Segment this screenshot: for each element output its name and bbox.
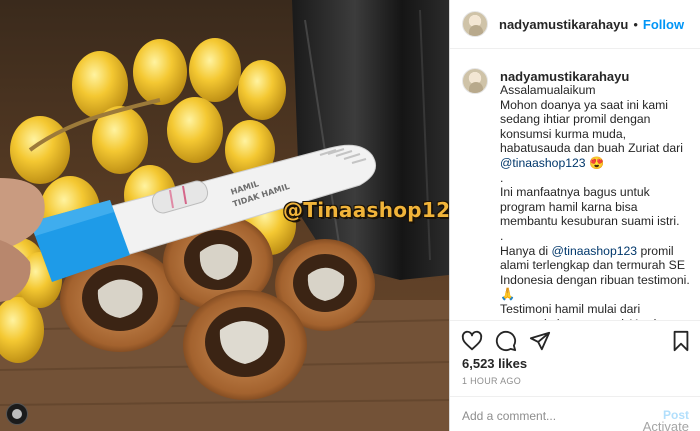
mention-link[interactable]: @tinaashop123 xyxy=(500,156,586,170)
header-username[interactable]: nadyamustikarahayu xyxy=(499,17,628,32)
caption-line: Assalamualaikum xyxy=(500,83,596,97)
header-separator: • xyxy=(633,16,638,32)
caption-username[interactable]: nadyamustikarahayu xyxy=(500,69,629,84)
bookmark-icon[interactable] xyxy=(671,330,691,352)
caption-text-run: Mohon doanya ya saat ini kami sedang iht… xyxy=(500,97,683,156)
caption-avatar[interactable] xyxy=(462,68,488,94)
caption-line: Ini manfaatnya bagus untuk program hamil… xyxy=(500,185,680,229)
photo-watermark: @Tinaashop123 xyxy=(283,198,449,222)
caption-text: Assalamualaikum Mohon doanya ya saat ini… xyxy=(500,83,695,320)
caption-section: nadyamustikarahayu Assalamualaikum Mohon… xyxy=(450,62,700,320)
action-icons xyxy=(461,330,551,352)
caption-line: Testimoni hamil mulai dari pengantin bar… xyxy=(500,301,674,320)
post-header: nadyamustikarahayu • Follow xyxy=(450,0,700,49)
avatar[interactable] xyxy=(462,11,488,37)
likes-count[interactable]: 6,523 likes xyxy=(462,356,527,371)
comment-input[interactable]: Add a comment... xyxy=(462,409,556,423)
activate-windows-watermark: Activate xyxy=(642,419,689,431)
caption-line: . xyxy=(500,170,504,185)
tagged-user-icon[interactable] xyxy=(6,403,28,425)
comment-bar: Add a comment... Post Activate xyxy=(450,396,700,431)
mention-link[interactable]: @tinaashop123 xyxy=(552,244,638,258)
post-actions: 6,523 likes 1 HOUR AGO Add a comment... … xyxy=(450,320,700,431)
follow-button[interactable]: Follow xyxy=(643,17,684,32)
heart-icon[interactable] xyxy=(461,330,483,352)
share-icon[interactable] xyxy=(529,330,551,352)
post-sidebar: nadyamustikarahayu • Follow nadyamustika… xyxy=(449,0,700,431)
caption-text-run: Hanya di xyxy=(500,243,552,258)
post-timestamp[interactable]: 1 HOUR AGO xyxy=(462,376,521,386)
comment-icon[interactable] xyxy=(495,330,517,352)
caption-text-run: 😍 xyxy=(585,155,605,170)
caption-line: Hanya di @tinaashop123 promil alami terl… xyxy=(500,244,695,302)
caption-line: Mohon doanya ya saat ini kami sedang iht… xyxy=(500,98,695,171)
caption-line: . xyxy=(500,228,504,243)
post-photo[interactable]: HAMIL TIDAK HAMIL @Tinaashop123 xyxy=(0,0,449,431)
